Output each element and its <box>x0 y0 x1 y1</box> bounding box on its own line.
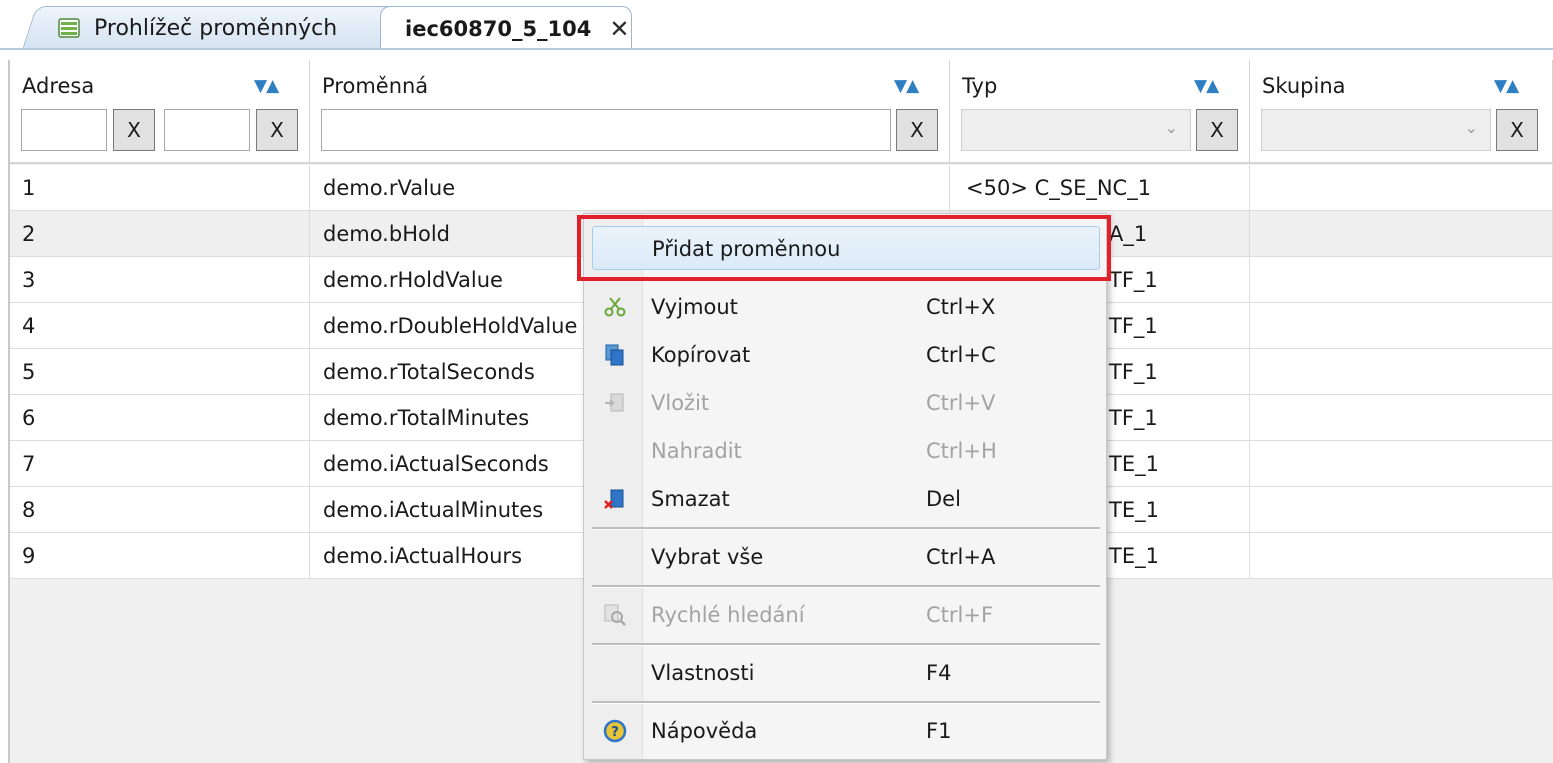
column-label: Adresa <box>22 74 95 98</box>
table-row[interactable]: 1 demo.rValue <50> C_SE_NC_1 <box>10 165 1553 211</box>
menu-item-label: Smazat <box>651 487 730 511</box>
cell-group <box>1250 211 1553 257</box>
column-label: Skupina <box>1262 74 1346 98</box>
cell-group <box>1250 395 1553 441</box>
type-filter-select[interactable]: ⌄ <box>961 109 1191 151</box>
address-to-filter-input[interactable] <box>164 109 250 151</box>
menu-item-shortcut: Del <box>926 487 961 511</box>
tab-strip: Prohlížeč proměnných iec60870_5_104 ✕ <box>0 0 1553 50</box>
sheet-icon <box>58 18 80 38</box>
delete-icon <box>604 489 624 509</box>
menu-item-replace[interactable]: Nahradit Ctrl+H <box>592 429 1100 473</box>
column-header-group[interactable]: Skupina ▼▲ ⌄ X <box>1250 60 1553 164</box>
menu-item-shortcut: Ctrl+H <box>926 439 997 463</box>
group-clear-button[interactable]: X <box>1496 109 1538 151</box>
cell-address: 8 <box>10 487 310 533</box>
cell-address: 9 <box>10 533 310 579</box>
menu-item-shortcut: Ctrl+F <box>926 603 994 627</box>
menu-separator <box>592 643 1100 646</box>
paste-icon <box>605 393 624 412</box>
menu-item-label: Nahradit <box>651 439 742 463</box>
menu-item-label: Kopírovat <box>651 343 751 367</box>
cell-address: 4 <box>10 303 310 349</box>
cell-address: 6 <box>10 395 310 441</box>
menu-item-paste[interactable]: Vložit Ctrl+V <box>592 381 1100 425</box>
cell-group <box>1250 441 1553 487</box>
type-clear-button[interactable]: X <box>1196 109 1238 151</box>
quick-search-icon <box>604 604 626 626</box>
menu-separator <box>592 585 1100 588</box>
menu-item-delete[interactable]: Smazat Del <box>592 477 1100 521</box>
menu-item-select-all[interactable]: Vybrat vše Ctrl+A <box>592 535 1100 579</box>
tab-variable-browser-content[interactable]: Prohlížeč proměnných <box>58 10 337 46</box>
menu-item-properties[interactable]: Vlastnosti F4 <box>592 651 1100 695</box>
menu-item-add-variable[interactable]: Přidat proměnnou <box>592 226 1100 270</box>
menu-item-shortcut: Ctrl+V <box>926 391 996 415</box>
menu-separator <box>592 701 1100 704</box>
menu-item-shortcut: F4 <box>926 661 952 685</box>
sort-icon[interactable]: ▼▲ <box>1494 76 1519 96</box>
menu-item-label: Nápověda <box>651 719 758 743</box>
menu-item-shortcut: Ctrl+C <box>926 343 996 367</box>
variable-clear-button[interactable]: X <box>896 109 938 151</box>
cell-group <box>1250 533 1553 579</box>
chevron-down-icon: ⌄ <box>1464 118 1478 137</box>
cell-group <box>1250 487 1553 533</box>
menu-item-copy[interactable]: Kopírovat Ctrl+C <box>592 333 1100 377</box>
column-header-type[interactable]: Typ ▼▲ ⌄ X <box>950 60 1250 164</box>
cell-variable: demo.rValue <box>310 165 950 211</box>
cell-address: 2 <box>10 211 310 257</box>
help-icon: ? <box>603 719 627 743</box>
column-header-variable[interactable]: Proměnná ▼▲ X <box>310 60 950 164</box>
menu-item-shortcut: F1 <box>926 719 952 743</box>
menu-item-label: Přidat proměnnou <box>652 237 841 261</box>
address-to-clear-button[interactable]: X <box>256 109 298 151</box>
menu-item-quick-search[interactable]: Rychlé hledání Ctrl+F <box>592 593 1100 637</box>
tab-label: iec60870_5_104 <box>405 16 592 41</box>
address-from-clear-button[interactable]: X <box>113 109 155 151</box>
cell-type: <50> C_SE_NC_1 <box>950 165 1250 211</box>
menu-item-cut[interactable]: Vyjmout Ctrl+X <box>592 285 1100 329</box>
cell-group <box>1250 349 1553 395</box>
close-icon[interactable]: ✕ <box>609 15 629 43</box>
column-label: Typ <box>962 74 998 98</box>
menu-item-label: Vyjmout <box>651 295 738 319</box>
tab-label: Prohlížeč proměnných <box>94 15 338 41</box>
context-menu: Přidat proměnnou Vyjmout Ctrl+X Kopírova… <box>583 213 1107 760</box>
column-label: Proměnná <box>322 74 429 98</box>
tab-strip-border <box>0 48 1553 50</box>
cell-group <box>1250 257 1553 303</box>
cell-address: 7 <box>10 441 310 487</box>
copy-icon <box>605 344 624 366</box>
menu-item-help[interactable]: ? Nápověda F1 <box>592 709 1100 753</box>
menu-item-label: Rychlé hledání <box>651 603 805 627</box>
cell-address: 1 <box>10 165 310 211</box>
scissors-icon <box>604 297 626 317</box>
cell-group <box>1250 303 1553 349</box>
menu-item-shortcut: Ctrl+X <box>926 295 996 319</box>
variable-filter-input[interactable] <box>321 109 891 151</box>
menu-separator <box>592 527 1100 530</box>
menu-item-label: Vybrat vše <box>651 545 764 569</box>
sort-icon[interactable]: ▼▲ <box>1194 76 1219 96</box>
address-from-filter-input[interactable] <box>21 109 107 151</box>
sort-icon[interactable]: ▼▲ <box>254 76 279 96</box>
group-filter-select[interactable]: ⌄ <box>1261 109 1491 151</box>
menu-item-shortcut: Ctrl+A <box>926 545 996 569</box>
column-header-address[interactable]: Adresa ▼▲ X X <box>10 60 310 164</box>
sort-icon[interactable]: ▼▲ <box>894 76 919 96</box>
cell-group <box>1250 165 1553 211</box>
svg-text:?: ? <box>611 725 619 740</box>
chevron-down-icon: ⌄ <box>1164 118 1178 137</box>
cell-address: 3 <box>10 257 310 303</box>
cell-address: 5 <box>10 349 310 395</box>
tab-iec60870[interactable]: iec60870_5_104 ✕ <box>380 6 632 50</box>
menu-item-label: Vložit <box>651 391 710 415</box>
menu-item-label: Vlastnosti <box>651 661 755 685</box>
